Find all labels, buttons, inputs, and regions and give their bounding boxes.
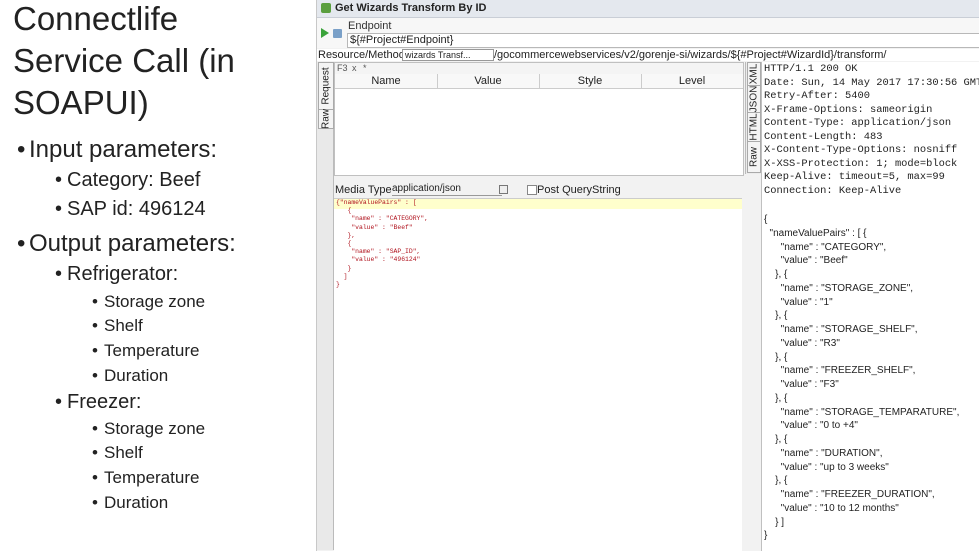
response-headers: HTTP/1.1 200 OK Date: Sun, 14 May 2017 1… bbox=[764, 63, 979, 197]
title-line-3: SOAPUI) bbox=[13, 84, 149, 121]
resource-select[interactable]: wizards Transf... bbox=[402, 49, 494, 61]
bullet-freezer-shelf: • Shelf bbox=[92, 443, 143, 462]
col-style[interactable]: Style bbox=[539, 75, 641, 87]
resource-label: Resource/Method: bbox=[318, 49, 408, 61]
resource-path: /gocommercewebservices/v2/gorenje-si/wiz… bbox=[494, 49, 887, 61]
request-icon bbox=[321, 3, 331, 13]
bullet-freezer: • Freezer: bbox=[55, 391, 142, 413]
param-tool-3[interactable]: * bbox=[363, 63, 367, 73]
slide-title: Connectlife Service Call (in SOAPUI) bbox=[13, 0, 303, 124]
response-panel[interactable]: HTTP/1.1 200 OK Date: Sun, 14 May 2017 1… bbox=[761, 62, 979, 551]
tab-html[interactable]: HTML bbox=[747, 112, 761, 142]
response-body: { "nameValuePairs" : [ { "name" : "CATEG… bbox=[764, 214, 960, 542]
endpoint-field[interactable]: ${#Project#Endpoint} bbox=[347, 33, 979, 48]
tab-raw-response[interactable]: Raw bbox=[747, 141, 761, 173]
media-type-row: Media Type application/json Post QuerySt… bbox=[334, 183, 742, 197]
soapui-window: Get Wizards Transform By ID Endpoint ${#… bbox=[316, 0, 979, 551]
bullet-sap-id: • SAP id: 496124 bbox=[55, 198, 206, 220]
param-tool-1[interactable]: F3 bbox=[337, 63, 348, 73]
bullet-fridge-storage-zone: • Storage zone bbox=[92, 292, 206, 311]
tab-request[interactable]: Request bbox=[318, 62, 334, 110]
run-icon[interactable] bbox=[321, 28, 329, 38]
param-header: Name Value Style Level bbox=[335, 74, 743, 89]
bullet-fridge-duration: • Duration bbox=[92, 366, 169, 385]
media-type-label: Media Type bbox=[335, 184, 392, 196]
title-line-1: Connectlife bbox=[13, 0, 179, 37]
media-type-select[interactable]: application/json bbox=[392, 183, 502, 196]
tab-json[interactable]: JSON bbox=[747, 85, 761, 113]
chevron-down-icon[interactable] bbox=[499, 185, 508, 194]
param-table: F3 x * Name Value Style Level bbox=[334, 62, 744, 176]
post-querystring-label: Post QueryString bbox=[537, 184, 621, 196]
col-name[interactable]: Name bbox=[335, 75, 437, 87]
request-body-text: {"nameValuePairs" : [ { "name" : "CATEGO… bbox=[336, 199, 429, 289]
window-title: Get Wizards Transform By ID bbox=[335, 2, 487, 14]
request-body-editor[interactable]: {"nameValuePairs" : [ { "name" : "CATEGO… bbox=[334, 198, 742, 551]
title-line-2: Service Call (in bbox=[13, 42, 235, 79]
request-tabs: Request Raw bbox=[317, 62, 334, 550]
bullet-refrigerator: • Refrigerator: bbox=[55, 263, 179, 285]
col-level[interactable]: Level bbox=[641, 75, 743, 87]
add-icon[interactable] bbox=[333, 29, 342, 38]
response-tabs: XML JSON HTML Raw bbox=[745, 62, 762, 174]
toolbar: Endpoint ${#Project#Endpoint} bbox=[317, 18, 979, 48]
title-bar: Get Wizards Transform By ID bbox=[317, 0, 979, 18]
tab-xml[interactable]: XML bbox=[747, 62, 761, 86]
tab-raw-request[interactable]: Raw bbox=[318, 109, 334, 129]
param-toolbar: F3 x * bbox=[335, 63, 743, 74]
bullet-freezer-duration: • Duration bbox=[92, 493, 169, 512]
bullet-category: • Category: Beef bbox=[55, 169, 201, 191]
bullet-fridge-shelf: • Shelf bbox=[92, 316, 143, 335]
bullet-fridge-temperature: • Temperature bbox=[92, 341, 200, 360]
bullet-freezer-storage-zone: • Storage zone bbox=[92, 419, 206, 438]
col-value[interactable]: Value bbox=[437, 75, 539, 87]
bullet-freezer-temperature: • Temperature bbox=[92, 468, 200, 487]
resource-row: Resource/Method: wizards Transf... /goco… bbox=[317, 49, 979, 61]
bullet-input-parameters: • Input parameters: bbox=[17, 136, 218, 163]
bullet-output-parameters: • Output parameters: bbox=[17, 230, 236, 257]
param-tool-2[interactable]: x bbox=[352, 63, 357, 73]
endpoint-label: Endpoint bbox=[348, 20, 392, 32]
post-querystring-checkbox[interactable] bbox=[527, 185, 537, 195]
